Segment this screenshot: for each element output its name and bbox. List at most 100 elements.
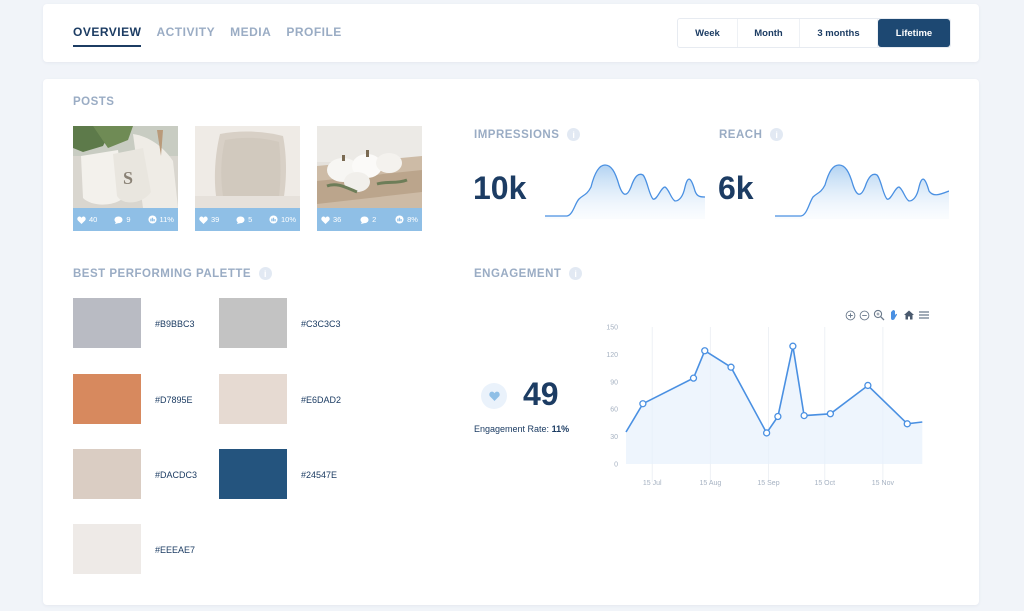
post-engagement-rate: 8% <box>395 215 418 224</box>
post-image[interactable]: S <box>73 126 178 208</box>
info-icon[interactable]: i <box>567 128 581 141</box>
period-3-months-button[interactable]: 3 months <box>800 19 878 47</box>
engagement-area <box>626 346 923 464</box>
palette-hex-label: #DACDC3 <box>155 470 198 480</box>
y-axis-ticks: 0 30 60 90 120 150 <box>606 325 618 469</box>
post-comments: 9 <box>114 215 131 224</box>
data-point[interactable] <box>727 363 735 371</box>
comment-icon <box>236 215 245 224</box>
x-tick-label: 15 Sep <box>757 480 779 487</box>
x-tick-label: 15 Jul <box>643 480 662 487</box>
engagement-rate-label: Engagement Rate: <box>474 424 550 434</box>
y-tick-label: 30 <box>610 434 618 441</box>
engagement-chart: 0306090120150 15 Jul 15 Aug 15 Sep 15 Oct 15… <box>606 325 923 487</box>
post-card[interactable]: 39 5 10% <box>195 126 300 231</box>
post-image-pillow <box>195 126 300 208</box>
tab-overview[interactable]: OVERVIEW <box>73 25 142 47</box>
post-likes: 39 <box>199 215 219 224</box>
palette-hex-label: #C3C3C3 <box>301 319 341 329</box>
heart-icon <box>77 215 86 224</box>
post-stats-bar: 36 2 8% <box>317 208 422 231</box>
data-point[interactable] <box>639 400 647 408</box>
engagement-rate-value: 11% <box>551 424 570 434</box>
tab-media[interactable]: MEDIA <box>230 25 271 47</box>
posts-title-text: POSTS <box>73 96 115 108</box>
reach-value: 6k <box>718 170 754 206</box>
likes-count: 40 <box>89 215 98 224</box>
engagement-icon <box>269 215 278 224</box>
palette-swatch[interactable] <box>73 298 141 348</box>
data-point[interactable] <box>762 429 771 437</box>
period-month-button[interactable]: Month <box>738 19 800 47</box>
data-point[interactable] <box>903 420 911 428</box>
impressions-value: 10k <box>473 170 527 206</box>
engagement-icon <box>147 215 157 224</box>
info-icon[interactable]: i <box>770 128 784 141</box>
palette-swatch[interactable] <box>219 298 287 348</box>
comments-count: 9 <box>126 215 131 224</box>
palette-title: BEST PERFORMING PALETTE i <box>73 267 273 280</box>
data-point[interactable] <box>800 411 808 420</box>
engagement-title: ENGAGEMENT i <box>474 267 583 280</box>
top-nav-card: OVERVIEW ACTIVITY MEDIA PROFILE Week Mon… <box>43 4 979 62</box>
y-tick-label: 150 <box>606 325 618 332</box>
palette-swatch[interactable] <box>219 449 287 499</box>
post-comments: 2 <box>360 215 376 224</box>
post-image-stockings: S <box>73 126 178 208</box>
reach-sparkline <box>775 164 949 219</box>
engagement-heart-badge <box>481 383 507 409</box>
palette-hex-label: #24547E <box>301 470 338 480</box>
period-selector: Week Month 3 months Lifetime <box>677 18 951 48</box>
post-card[interactable]: S 40 9 11% <box>73 126 178 231</box>
heart-icon <box>321 215 330 224</box>
info-icon[interactable]: i <box>569 267 583 280</box>
data-point[interactable] <box>689 374 698 382</box>
x-tick-label: 15 Aug <box>699 480 721 487</box>
tab-bar: OVERVIEW ACTIVITY MEDIA PROFILE <box>73 25 342 47</box>
post-engagement-rate: 10% <box>269 215 296 224</box>
comments-count: 2 <box>372 215 377 224</box>
impressions-sparkline-area <box>545 165 705 219</box>
y-tick-label: 60 <box>610 407 618 414</box>
engagement-rate: 11% <box>159 215 174 224</box>
heart-icon <box>199 215 208 224</box>
svg-text:S: S <box>123 168 133 188</box>
x-tick-label: 15 Oct <box>814 480 835 487</box>
impressions-sparkline <box>545 164 705 219</box>
post-card[interactable]: 36 2 8% <box>317 126 422 231</box>
x-axis-ticks: 15 Jul 15 Aug 15 Sep 15 Oct 15 Nov <box>643 480 895 487</box>
palette-swatch[interactable] <box>73 449 141 499</box>
palette-swatch[interactable] <box>73 374 141 424</box>
overview-card: POSTS S 40 9 11% 39 5 10% 36 2 8% IMPRES… <box>43 79 979 605</box>
info-icon[interactable]: i <box>259 267 273 280</box>
data-point[interactable] <box>826 410 835 418</box>
engagement-rate: 8% <box>407 215 418 224</box>
post-stats-bar: 40 9 11% <box>73 208 178 231</box>
palette-hex-label: #B9BBC3 <box>155 319 195 329</box>
y-tick-label: 0 <box>614 462 618 469</box>
data-point[interactable] <box>864 381 872 390</box>
post-stats-bar: 39 5 10% <box>195 208 300 231</box>
period-week-button[interactable]: Week <box>678 19 738 47</box>
heart-icon <box>488 391 500 401</box>
post-engagement-rate: 11% <box>147 215 174 224</box>
tab-activity[interactable]: ACTIVITY <box>156 25 215 47</box>
data-point[interactable] <box>789 342 797 350</box>
post-image-pumpkins <box>317 126 422 208</box>
post-image[interactable] <box>195 126 300 208</box>
likes-count: 39 <box>211 215 220 224</box>
x-tick-label: 15 Nov <box>872 480 895 487</box>
likes-count: 36 <box>333 215 342 224</box>
palette-hex-label: #E6DAD2 <box>301 395 342 405</box>
engagement-title-text: ENGAGEMENT <box>474 267 562 280</box>
reach-title: REACH i <box>719 128 784 141</box>
palette-hex-label: #EEEAE7 <box>155 545 196 555</box>
palette-swatch[interactable] <box>219 374 287 424</box>
palette-swatch[interactable] <box>73 524 141 574</box>
data-point[interactable] <box>774 412 782 421</box>
data-point[interactable] <box>701 347 709 355</box>
post-image[interactable] <box>317 126 422 208</box>
tab-profile[interactable]: PROFILE <box>286 25 342 47</box>
comment-icon <box>114 215 123 224</box>
period-lifetime-button[interactable]: Lifetime <box>878 19 950 47</box>
